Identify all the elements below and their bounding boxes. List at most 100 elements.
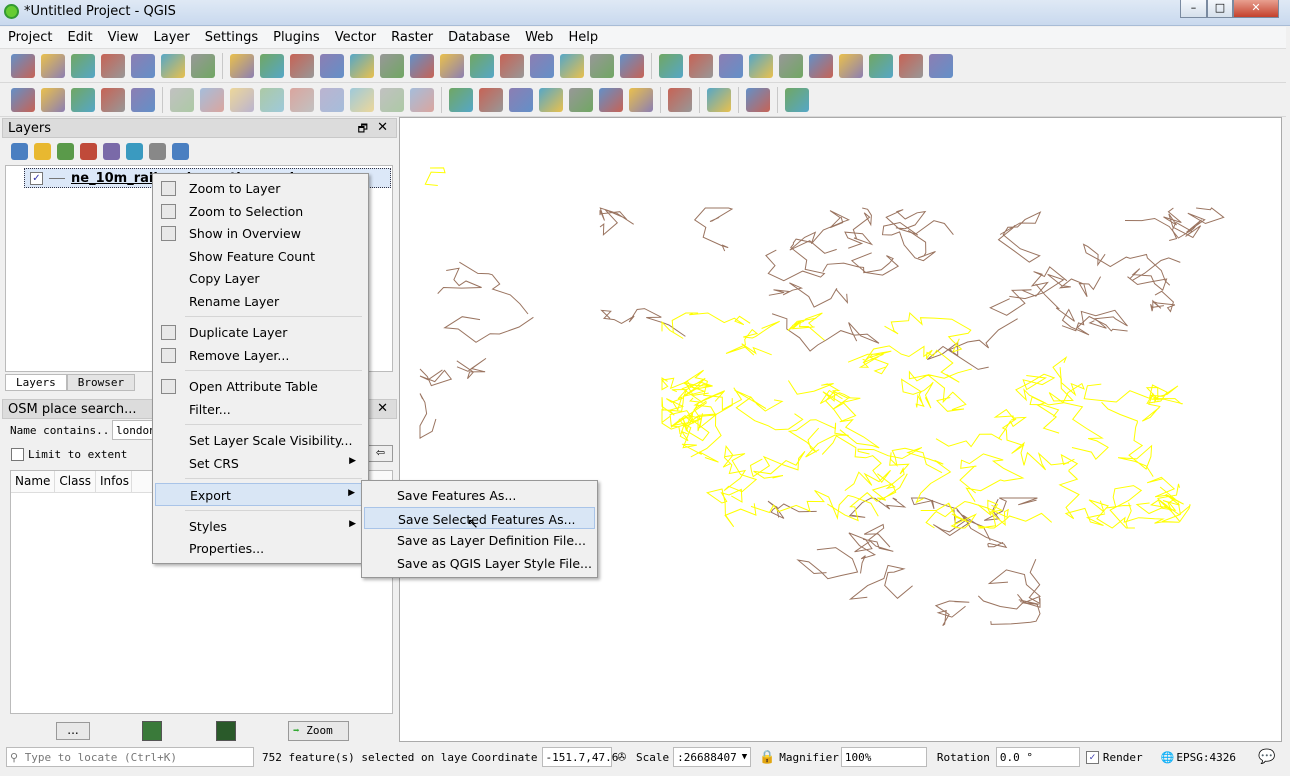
pin-labels-icon[interactable] bbox=[509, 88, 533, 112]
col-infos[interactable]: Infos bbox=[96, 471, 132, 492]
field-calculator-icon[interactable] bbox=[809, 54, 833, 78]
crs-button[interactable]: EPSG:4326 bbox=[1176, 751, 1236, 764]
menu-web[interactable]: Web bbox=[517, 27, 560, 45]
save-edits-icon[interactable] bbox=[131, 88, 155, 112]
zoom-last-icon[interactable] bbox=[470, 54, 494, 78]
menu-item-filter[interactable]: Filter... bbox=[155, 398, 366, 421]
identify-icon[interactable] bbox=[659, 54, 683, 78]
col-class[interactable]: Class bbox=[55, 471, 96, 492]
action-icon[interactable] bbox=[689, 54, 713, 78]
label-icon[interactable] bbox=[449, 88, 473, 112]
extents-toggle-icon[interactable]: ✇ bbox=[618, 749, 626, 765]
copy-icon[interactable] bbox=[320, 88, 344, 112]
zoom-to-selection-icon[interactable] bbox=[410, 54, 434, 78]
zoom-in-icon[interactable] bbox=[290, 54, 314, 78]
menu-item-duplicate-layer[interactable]: Duplicate Layer bbox=[155, 321, 366, 344]
paste-icon[interactable] bbox=[350, 88, 374, 112]
deselect-icon[interactable] bbox=[749, 54, 773, 78]
menu-item-set-layer-scale-visibility[interactable]: Set Layer Scale Visibility... bbox=[155, 429, 366, 452]
redo-icon[interactable] bbox=[410, 88, 434, 112]
menu-project[interactable]: Project bbox=[0, 27, 59, 45]
menu-vector[interactable]: Vector bbox=[327, 27, 383, 45]
zoom-full-icon[interactable] bbox=[380, 54, 404, 78]
close-osm-icon[interactable]: ✕ bbox=[377, 401, 388, 416]
annotation-icon[interactable] bbox=[899, 54, 923, 78]
undo-icon[interactable] bbox=[380, 88, 404, 112]
menu-item-zoom-to-layer[interactable]: Zoom to Layer bbox=[155, 177, 366, 200]
tab-browser[interactable]: Browser bbox=[66, 374, 136, 391]
menu-item-save-as-qgis-layer-style-file[interactable]: Save as QGIS Layer Style File... bbox=[364, 552, 595, 575]
menu-edit[interactable]: Edit bbox=[59, 27, 99, 45]
help-icon[interactable] bbox=[746, 88, 770, 112]
delete-selected-icon[interactable] bbox=[260, 88, 284, 112]
magnifier-spinbox[interactable]: 100% bbox=[840, 747, 927, 767]
show-hide-labels-icon[interactable] bbox=[539, 88, 563, 112]
label-toolbar-icon[interactable] bbox=[479, 88, 503, 112]
menu-item-show-in-overview[interactable]: Show in Overview bbox=[155, 222, 366, 245]
lock-icon[interactable]: 🔒 bbox=[759, 750, 775, 765]
close-panel-icon[interactable]: ✕ bbox=[377, 120, 388, 135]
menu-item-show-feature-count[interactable]: Show Feature Count bbox=[155, 245, 366, 268]
add-group-icon[interactable] bbox=[34, 142, 51, 160]
add-feature-icon[interactable] bbox=[170, 88, 194, 112]
menu-raster[interactable]: Raster bbox=[383, 27, 440, 45]
change-label-icon[interactable] bbox=[629, 88, 653, 112]
layer-visibility-checkbox[interactable]: ✓ bbox=[30, 172, 43, 185]
zoom-native-icon[interactable] bbox=[350, 54, 374, 78]
node-tool-icon[interactable] bbox=[230, 88, 254, 112]
more-button[interactable]: ... bbox=[56, 722, 90, 740]
statistics-icon[interactable] bbox=[839, 54, 863, 78]
menu-item-save-features-as[interactable]: Save Features As... bbox=[364, 484, 595, 507]
map-tips-icon[interactable] bbox=[590, 54, 614, 78]
menu-item-save-as-layer-definition-file[interactable]: Save as Layer Definition File... bbox=[364, 529, 595, 552]
menu-item-open-attribute-table[interactable]: Open Attribute Table bbox=[155, 375, 366, 398]
menu-item-rename-layer[interactable]: Rename Layer bbox=[155, 290, 366, 313]
rotate-label-icon[interactable] bbox=[599, 88, 623, 112]
move-label-icon[interactable] bbox=[569, 88, 593, 112]
text-annotation-icon[interactable] bbox=[929, 54, 953, 78]
map-canvas[interactable] bbox=[399, 117, 1282, 742]
tab-layers[interactable]: Layers bbox=[5, 374, 67, 391]
menu-item-styles[interactable]: Styles ▶ bbox=[155, 515, 366, 538]
menu-item-set-crs[interactable]: Set CRS ▶ bbox=[155, 452, 366, 475]
style-manager-icon[interactable] bbox=[191, 54, 215, 78]
rotation-spinbox[interactable]: 0.0 ° bbox=[995, 747, 1080, 767]
globe-icon[interactable]: 🌐 bbox=[1161, 751, 1175, 764]
select-icon[interactable] bbox=[719, 54, 743, 78]
menu-view[interactable]: View bbox=[100, 27, 146, 45]
menu-item-copy-layer[interactable]: Copy Layer bbox=[155, 267, 366, 290]
menu-item-properties[interactable]: Properties... bbox=[155, 537, 366, 560]
composer-manager-icon[interactable] bbox=[161, 54, 185, 78]
show-bookmarks-icon[interactable] bbox=[560, 54, 584, 78]
menu-item-zoom-to-selection[interactable]: Zoom to Selection bbox=[155, 200, 366, 223]
float-icon[interactable]: 🗗 bbox=[358, 120, 368, 139]
python-console-icon[interactable] bbox=[707, 88, 731, 112]
menu-database[interactable]: Database bbox=[440, 27, 517, 45]
georeferencer-icon[interactable] bbox=[785, 88, 809, 112]
expression-filter-icon[interactable] bbox=[103, 142, 120, 160]
attribute-table-icon[interactable] bbox=[779, 54, 803, 78]
pan-to-selection-icon[interactable] bbox=[260, 54, 284, 78]
add-vector-icon[interactable] bbox=[11, 88, 35, 112]
edit-pencil-icon[interactable] bbox=[101, 88, 125, 112]
save-as-icon[interactable] bbox=[101, 54, 125, 78]
locate-icon[interactable] bbox=[142, 721, 162, 741]
minimize-button[interactable]: – bbox=[1180, 0, 1207, 18]
scale-combo[interactable]: :26688407 ▼ bbox=[673, 747, 752, 767]
menu-layer[interactable]: Layer bbox=[146, 27, 197, 45]
col-name[interactable]: Name bbox=[11, 471, 56, 492]
zoom-button[interactable]: ➡ Zoom bbox=[288, 721, 349, 741]
menu-plugins[interactable]: Plugins bbox=[265, 27, 327, 45]
collapse-all-icon[interactable] bbox=[149, 142, 166, 160]
map-icon[interactable] bbox=[216, 721, 236, 741]
measure-icon[interactable] bbox=[869, 54, 893, 78]
locator-input[interactable]: ⚲ Type to locate (Ctrl+K) bbox=[6, 747, 254, 767]
save-project-icon[interactable] bbox=[71, 54, 95, 78]
coordinate-field[interactable]: -151.7,47.6 bbox=[541, 747, 618, 767]
menu-item-export[interactable]: Export ▶ bbox=[155, 483, 366, 506]
menu-item-save-selected-features-as[interactable]: Save Selected Features As... bbox=[364, 506, 595, 529]
eye-visibility-icon[interactable] bbox=[57, 142, 74, 160]
osm-plugin-icon[interactable] bbox=[668, 88, 692, 112]
menu-help[interactable]: Help bbox=[560, 27, 605, 45]
cut-icon[interactable] bbox=[290, 88, 314, 112]
